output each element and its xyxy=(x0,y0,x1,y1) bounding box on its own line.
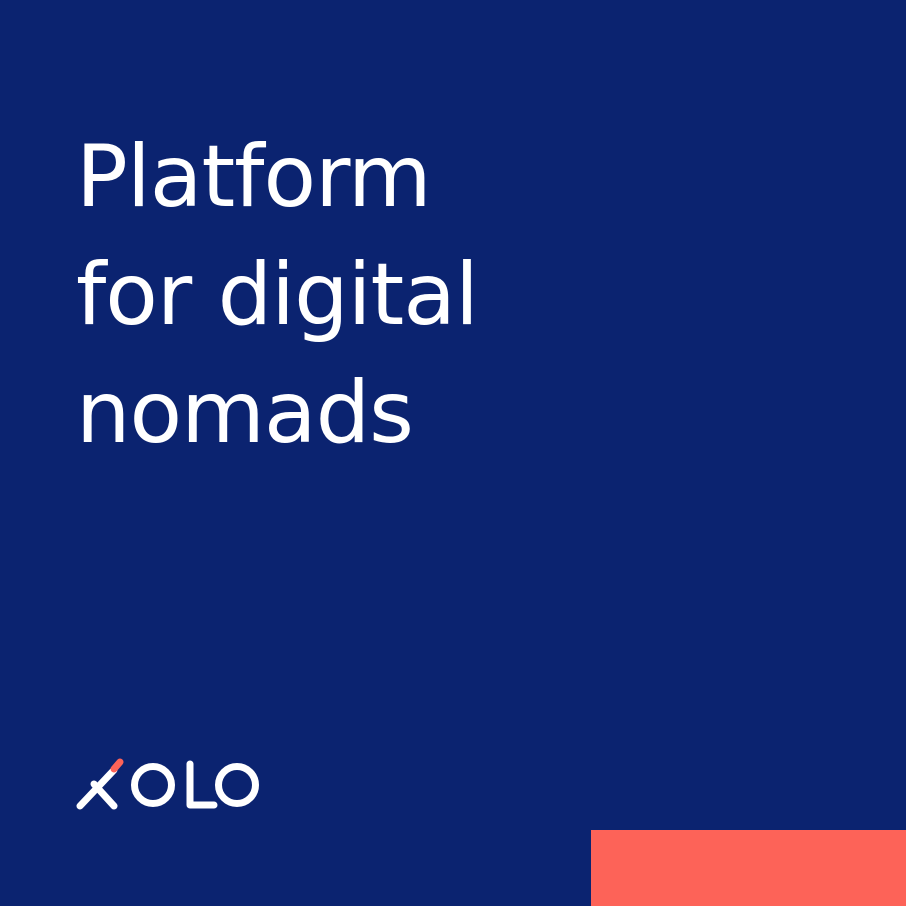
headline-line-1: Platform xyxy=(76,127,432,227)
logo-o-1 xyxy=(131,763,175,807)
logo-o-2 xyxy=(215,763,259,807)
logo-accent-mark xyxy=(110,758,124,773)
headline-line-3: nomads xyxy=(76,363,414,463)
xolo-logo xyxy=(76,758,259,810)
logo-l xyxy=(186,760,218,809)
ad-canvas: Platform for digital nomads xyxy=(0,0,906,906)
logo-x xyxy=(76,758,124,810)
accent-block xyxy=(591,830,906,906)
headline-line-2: for digital xyxy=(76,245,479,345)
headline: Platform for digital nomads xyxy=(76,118,479,472)
